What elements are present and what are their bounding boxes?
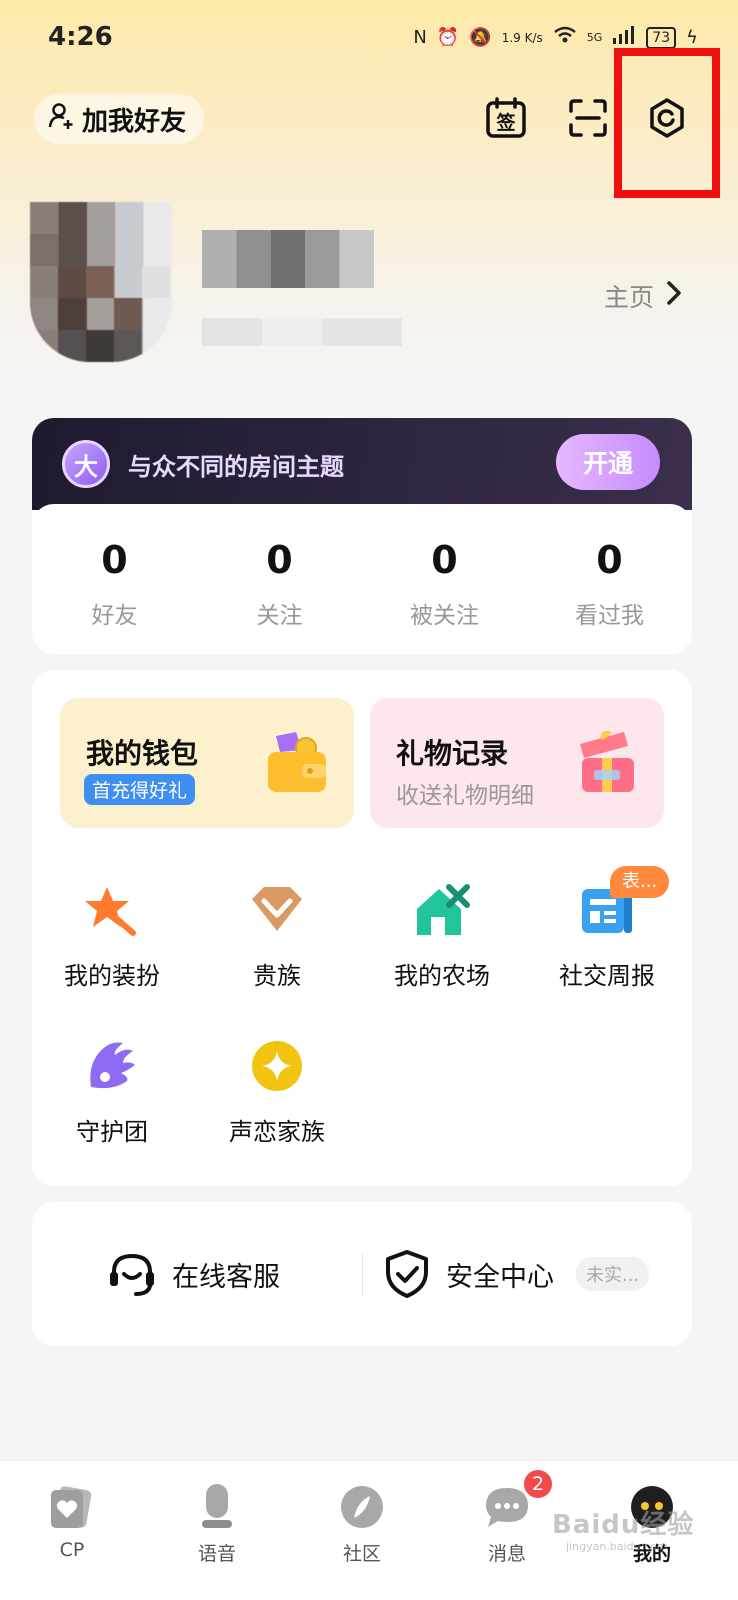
charging-icon: ϟ	[686, 27, 698, 48]
shield-check-icon	[386, 1250, 428, 1298]
microphone-icon	[191, 1481, 243, 1533]
vip-stats-card: 大 与众不同的房间主题 开通 0 好友 0 关注 0 被关注 0 看过我	[32, 418, 692, 654]
divider	[362, 1254, 363, 1296]
grid-item-nobility[interactable]: 贵族	[197, 880, 357, 991]
grid-item-social-report[interactable]: 社交周报	[527, 880, 687, 991]
stat-value: 0	[101, 538, 128, 582]
star-brush-icon	[82, 880, 142, 940]
avatar[interactable]	[30, 202, 172, 362]
grid-item-voice-family[interactable]: 声恋家族	[197, 1036, 357, 1147]
gift-records-title: 礼物记录	[396, 737, 509, 770]
gift-box-icon	[580, 730, 634, 792]
stat-following[interactable]: 0 关注	[197, 504, 362, 654]
tab-cp[interactable]: CP	[12, 1481, 132, 1561]
stat-value: 0	[596, 538, 623, 582]
grid-item-label: 社交周报	[559, 962, 655, 990]
grid-item-farm[interactable]: 我的农场	[362, 880, 522, 991]
sparkle-circle-icon	[247, 1036, 307, 1096]
status-icons: N ⏰ 🔕 1.9 K/s 5G 73 ϟ	[413, 26, 698, 49]
headset-icon	[110, 1253, 154, 1296]
stat-label: 看过我	[575, 603, 644, 629]
grid-item-label: 贵族	[253, 962, 301, 990]
online-support-label: 在线客服	[172, 1261, 280, 1293]
stat-label: 关注	[256, 603, 303, 629]
homepage-label: 主页	[603, 283, 654, 312]
gift-records-subtitle: 收送礼物明细	[396, 783, 534, 809]
mute-icon: 🔕	[469, 27, 492, 48]
wallet-title: 我的钱包	[86, 737, 199, 770]
farm-house-icon	[412, 880, 472, 940]
homepage-link[interactable]: 主页	[604, 278, 682, 314]
signal-type: 5G	[586, 31, 603, 44]
activate-button[interactable]: 开通	[556, 434, 660, 490]
verification-status-tag: 未实...	[576, 1257, 650, 1291]
grid-item-dress-up[interactable]: 我的装扮	[32, 880, 192, 991]
watermark-url: jingyan.baidu.com	[566, 1540, 668, 1553]
add-user-icon	[48, 102, 76, 137]
messages-unread-badge: 2	[522, 1468, 554, 1500]
security-center-button[interactable]: 安全中心 未实...	[382, 1248, 650, 1300]
calendar-sign-icon: 签	[486, 97, 526, 138]
alarm-icon: ⏰	[436, 27, 460, 48]
stat-friends[interactable]: 0 好友	[32, 504, 197, 654]
gift-records-tile[interactable]: 礼物记录 收送礼物明细	[370, 698, 664, 828]
stat-value: 0	[266, 538, 293, 582]
vip-banner-text: 与众不同的房间主题	[128, 452, 344, 481]
diamond-icon	[247, 880, 307, 940]
stat-followers[interactable]: 0 被关注	[362, 504, 527, 654]
stats-row: 0 好友 0 关注 0 被关注 0 看过我	[32, 504, 692, 654]
stat-value: 0	[431, 538, 458, 582]
username-blurred	[202, 230, 374, 288]
grid-item-label: 声恋家族	[229, 1118, 325, 1146]
tab-label: CP	[59, 1539, 85, 1561]
wifi-icon	[553, 26, 577, 49]
svg-text:签: 签	[495, 111, 516, 134]
stat-visitors[interactable]: 0 看过我	[527, 504, 692, 654]
vip-banner[interactable]: 大 与众不同的房间主题 开通	[32, 418, 692, 510]
wallet-promo-tag: 首充得好礼	[84, 774, 196, 805]
vip-badge-icon: 大	[62, 440, 110, 488]
grid-item-label: 我的装扮	[64, 962, 160, 990]
tab-community[interactable]: 社区	[302, 1481, 422, 1566]
tab-label: 语音	[197, 1543, 236, 1565]
grid-item-label: 我的农场	[394, 962, 490, 990]
tab-label: 社区	[342, 1543, 381, 1565]
signal-icon	[612, 26, 636, 49]
sign-in-button[interactable]: 签	[484, 96, 528, 140]
compass-icon	[336, 1481, 388, 1533]
tab-label: 消息	[487, 1543, 526, 1565]
security-center-label: 安全中心	[446, 1261, 554, 1293]
network-speed: 1.9 K/s	[501, 30, 543, 45]
wallet-icon	[268, 732, 326, 792]
add-friend-label: 加我好友	[82, 106, 187, 137]
watermark-logo: Baidu经验	[552, 1510, 695, 1540]
social-report-badge: 表...	[610, 866, 670, 898]
user-id-blurred	[202, 318, 402, 346]
scan-button[interactable]	[566, 96, 610, 140]
add-friend-button[interactable]: 加我好友	[34, 94, 205, 144]
wallet-tile[interactable]: 我的钱包 首充得好礼	[60, 698, 354, 828]
stat-label: 被关注	[410, 603, 479, 629]
grid-item-label: 守护团	[76, 1118, 148, 1146]
status-time: 4:26	[48, 22, 113, 52]
stat-label: 好友	[91, 603, 138, 629]
grid-item-guard-group[interactable]: 守护团	[32, 1036, 192, 1147]
chevron-right-icon	[666, 279, 682, 314]
online-support-button[interactable]: 在线客服	[106, 1248, 280, 1300]
battery-indicator: 73	[646, 26, 677, 49]
heart-card-icon	[46, 1481, 98, 1533]
wing-icon	[82, 1036, 142, 1096]
features-card: 我的钱包 首充得好礼 礼物记录 收送礼物明细 我的装扮 贵族 我的农场 社交周报…	[32, 670, 692, 1186]
nfc-icon: N	[413, 27, 427, 48]
services-card: 在线客服 安全中心 未实...	[32, 1202, 692, 1346]
highlight-annotation-box	[614, 48, 720, 198]
scan-icon	[569, 99, 607, 137]
tab-voice[interactable]: 语音	[157, 1481, 277, 1566]
